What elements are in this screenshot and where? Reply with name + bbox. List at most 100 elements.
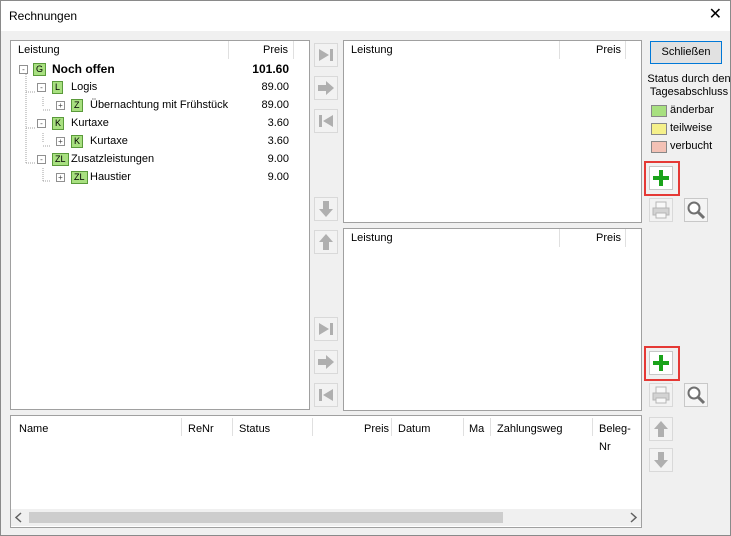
scroll-right-icon[interactable] bbox=[624, 509, 641, 526]
col-ma[interactable]: Ma bbox=[469, 420, 484, 438]
scroll-left-icon[interactable] bbox=[11, 509, 28, 526]
legend-swatch-aenderbar bbox=[651, 105, 667, 117]
close-icon[interactable]: ✕ bbox=[709, 6, 722, 24]
printer-icon bbox=[652, 201, 670, 219]
leistung-tree-panel[interactable]: Leistung Preis - G Noch offen 101.60 - L… bbox=[10, 40, 310, 410]
move-to-start-icon bbox=[319, 389, 333, 401]
plus-icon bbox=[653, 170, 669, 186]
legend-label-verbucht: verbucht bbox=[670, 140, 713, 152]
col-beleg-nr[interactable]: Beleg-Nr bbox=[599, 420, 641, 453]
tree-row-uebernachtung[interactable]: + Z Übernachtung mit Frühstück 89.00 bbox=[11, 96, 309, 114]
move-to-end-button-bottom[interactable] bbox=[314, 317, 338, 341]
window-title: Rechnungen bbox=[9, 9, 78, 23]
close-button-label: Schließen bbox=[661, 46, 711, 58]
tree-row-haustier[interactable]: + ZL Haustier 9.00 bbox=[11, 168, 309, 186]
table-up-button[interactable] bbox=[649, 417, 673, 441]
tree-row-kurtaxe[interactable]: - K Kurtaxe 3.60 bbox=[11, 114, 309, 132]
move-right-button-bottom[interactable] bbox=[314, 350, 338, 374]
legend-label-teilweise: teilweise bbox=[670, 122, 713, 134]
move-to-end-icon bbox=[319, 323, 333, 335]
tag-zl: ZL bbox=[71, 171, 88, 184]
arrow-right-icon bbox=[318, 81, 334, 95]
col-zahlungsweg[interactable]: Zahlungsweg bbox=[497, 420, 562, 438]
search-button-top[interactable] bbox=[684, 198, 708, 222]
tree-row-noch-offen[interactable]: - G Noch offen 101.60 bbox=[11, 60, 309, 78]
tag-g: G bbox=[33, 63, 47, 76]
row-label: Kurtaxe bbox=[71, 117, 109, 129]
move-to-end-button-top[interactable] bbox=[314, 43, 338, 67]
add-button-bottom[interactable] bbox=[649, 351, 673, 375]
collapse-icon[interactable]: - bbox=[37, 83, 46, 92]
title-bar: Rechnungen ✕ bbox=[1, 1, 730, 31]
move-right-button-top[interactable] bbox=[314, 76, 338, 100]
tree-row-logis[interactable]: - L Logis 89.00 bbox=[11, 78, 309, 96]
row-price: 3.60 bbox=[267, 135, 289, 147]
move-to-end-icon bbox=[319, 49, 333, 61]
printer-icon bbox=[652, 386, 670, 404]
rechnungen-table[interactable]: Name ReNr Status Preis Datum Ma Zahlungs… bbox=[10, 415, 642, 528]
col-preis[interactable]: Preis bbox=[364, 420, 389, 438]
row-price: 89.00 bbox=[261, 99, 289, 111]
move-up-button[interactable] bbox=[314, 230, 338, 254]
status-title: Status durch den Tagesabschluss bbox=[647, 73, 731, 98]
col-renr[interactable]: ReNr bbox=[188, 420, 214, 438]
row-price: 9.00 bbox=[267, 171, 289, 183]
legend-swatch-verbucht bbox=[651, 141, 667, 153]
arrow-right-icon bbox=[318, 355, 334, 369]
header-preis[interactable]: Preis bbox=[596, 229, 621, 247]
row-label: Zusatzleistungen bbox=[71, 153, 155, 165]
collapse-icon[interactable]: - bbox=[19, 65, 28, 74]
move-to-start-button-bottom[interactable] bbox=[314, 383, 338, 407]
arrow-down-icon bbox=[654, 452, 668, 468]
arrow-up-icon bbox=[654, 421, 668, 437]
scrollbar-thumb[interactable] bbox=[29, 512, 503, 523]
arrow-down-icon bbox=[319, 201, 333, 217]
tag-l: L bbox=[52, 81, 64, 94]
add-button-top[interactable] bbox=[649, 166, 673, 190]
header-leistung[interactable]: Leistung bbox=[351, 229, 393, 247]
expand-icon[interactable]: + bbox=[56, 101, 65, 110]
magnifier-icon bbox=[687, 386, 706, 405]
rechnungen-window: Rechnungen ✕ Leistung Preis - G Noch off… bbox=[0, 0, 731, 536]
col-status[interactable]: Status bbox=[239, 420, 270, 438]
expand-icon[interactable]: + bbox=[56, 137, 65, 146]
horizontal-scrollbar[interactable] bbox=[11, 509, 641, 526]
row-price: 89.00 bbox=[261, 81, 289, 93]
close-button[interactable]: Schließen bbox=[650, 41, 722, 64]
row-price: 3.60 bbox=[267, 117, 289, 129]
plus-icon bbox=[653, 355, 669, 371]
tree-row-kurtaxe-item[interactable]: + K Kurtaxe 3.60 bbox=[11, 132, 309, 150]
tag-k: K bbox=[52, 117, 65, 130]
collapse-icon[interactable]: - bbox=[37, 119, 46, 128]
header-leistung[interactable]: Leistung bbox=[351, 41, 393, 59]
legend-label-aenderbar: änderbar bbox=[670, 104, 715, 116]
row-label: Haustier bbox=[90, 171, 131, 183]
col-datum[interactable]: Datum bbox=[398, 420, 430, 438]
row-price: 101.60 bbox=[252, 62, 289, 76]
tag-zl: ZL bbox=[52, 153, 69, 166]
move-to-start-button-top[interactable] bbox=[314, 109, 338, 133]
arrow-up-icon bbox=[319, 234, 333, 250]
print-button-bottom[interactable] bbox=[649, 383, 673, 407]
right-top-list[interactable]: Leistung Preis bbox=[343, 40, 642, 223]
search-button-bottom[interactable] bbox=[684, 383, 708, 407]
collapse-icon[interactable]: - bbox=[37, 155, 46, 164]
row-price: 9.00 bbox=[267, 153, 289, 165]
move-down-button[interactable] bbox=[314, 197, 338, 221]
header-preis[interactable]: Preis bbox=[596, 41, 621, 59]
row-label: Kurtaxe bbox=[90, 135, 128, 147]
row-label: Übernachtung mit Frühstück bbox=[90, 99, 229, 111]
print-button-top[interactable] bbox=[649, 198, 673, 222]
tag-k: K bbox=[71, 135, 84, 148]
table-down-button[interactable] bbox=[649, 448, 673, 472]
col-name[interactable]: Name bbox=[19, 420, 48, 438]
magnifier-icon bbox=[687, 201, 706, 220]
expand-icon[interactable]: + bbox=[56, 173, 65, 182]
tag-z: Z bbox=[71, 99, 83, 112]
tree-row-zusatzleistungen[interactable]: - ZL Zusatzleistungen 9.00 bbox=[11, 150, 309, 168]
row-label: Noch offen bbox=[52, 62, 115, 76]
legend-swatch-teilweise bbox=[651, 123, 667, 135]
right-bottom-list[interactable]: Leistung Preis bbox=[343, 228, 642, 411]
move-to-start-icon bbox=[319, 115, 333, 127]
row-label: Logis bbox=[71, 81, 98, 93]
